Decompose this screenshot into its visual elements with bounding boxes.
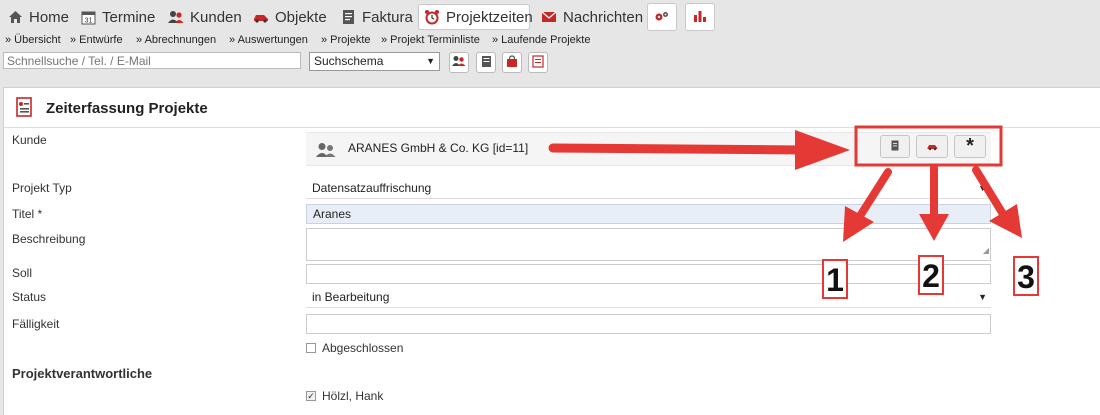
annotation-arrowhead-2 <box>919 214 949 241</box>
annotation-number-3: 3 <box>1013 256 1039 296</box>
annotation-highlight-box <box>854 125 1003 167</box>
annotation-number-1: 1 <box>822 259 848 299</box>
annotation-arrow-3 <box>972 166 1007 218</box>
annotation-overlay <box>548 125 1022 242</box>
annotation-arrow-main <box>548 143 810 155</box>
annotation-arrow-1 <box>856 168 892 220</box>
annotation-arrowhead-main <box>795 130 850 170</box>
annotation-arrowhead-3 <box>989 204 1022 238</box>
annotation-number-2: 2 <box>918 255 944 295</box>
